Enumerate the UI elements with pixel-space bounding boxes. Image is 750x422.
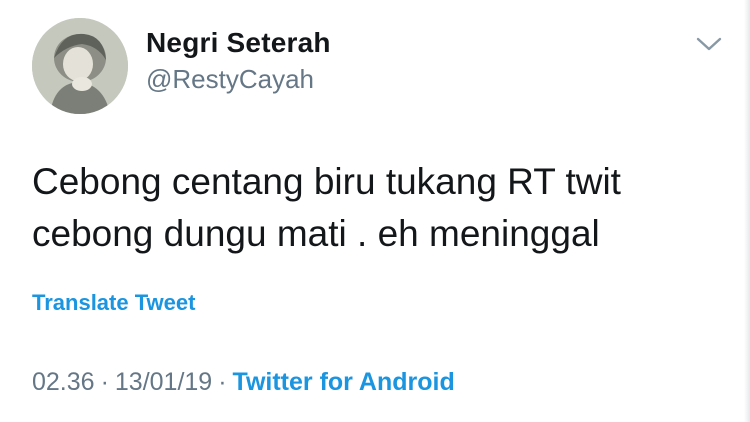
tweet-source-link[interactable]: Twitter for Android [233, 368, 455, 396]
meta-separator: · [218, 368, 227, 396]
tweet-date[interactable]: 13/01/19 [115, 368, 212, 396]
display-name[interactable]: Negri Seterah [146, 27, 331, 59]
chevron-down-icon[interactable] [694, 34, 724, 54]
tweet-text: Cebong centang biru tukang RT twit cebon… [32, 156, 722, 260]
card-edge-divider [744, 0, 750, 422]
translate-tweet-link[interactable]: Translate Tweet [32, 290, 195, 316]
user-handle[interactable]: @RestyCayah [146, 64, 314, 95]
avatar[interactable] [32, 18, 128, 114]
tweet-metadata: 02.36 · 13/01/19 · Twitter for Android [32, 368, 455, 397]
tweet-text-line: Cebong centang biru tukang RT twit [32, 161, 621, 202]
tweet-text-line: cebong dungu mati . eh meninggal [32, 213, 600, 254]
avatar-photo-icon [32, 18, 128, 114]
meta-separator: · [100, 368, 109, 396]
tweet-card: Negri Seterah @RestyCayah Cebong centang… [0, 0, 750, 422]
tweet-time[interactable]: 02.36 [32, 368, 95, 396]
